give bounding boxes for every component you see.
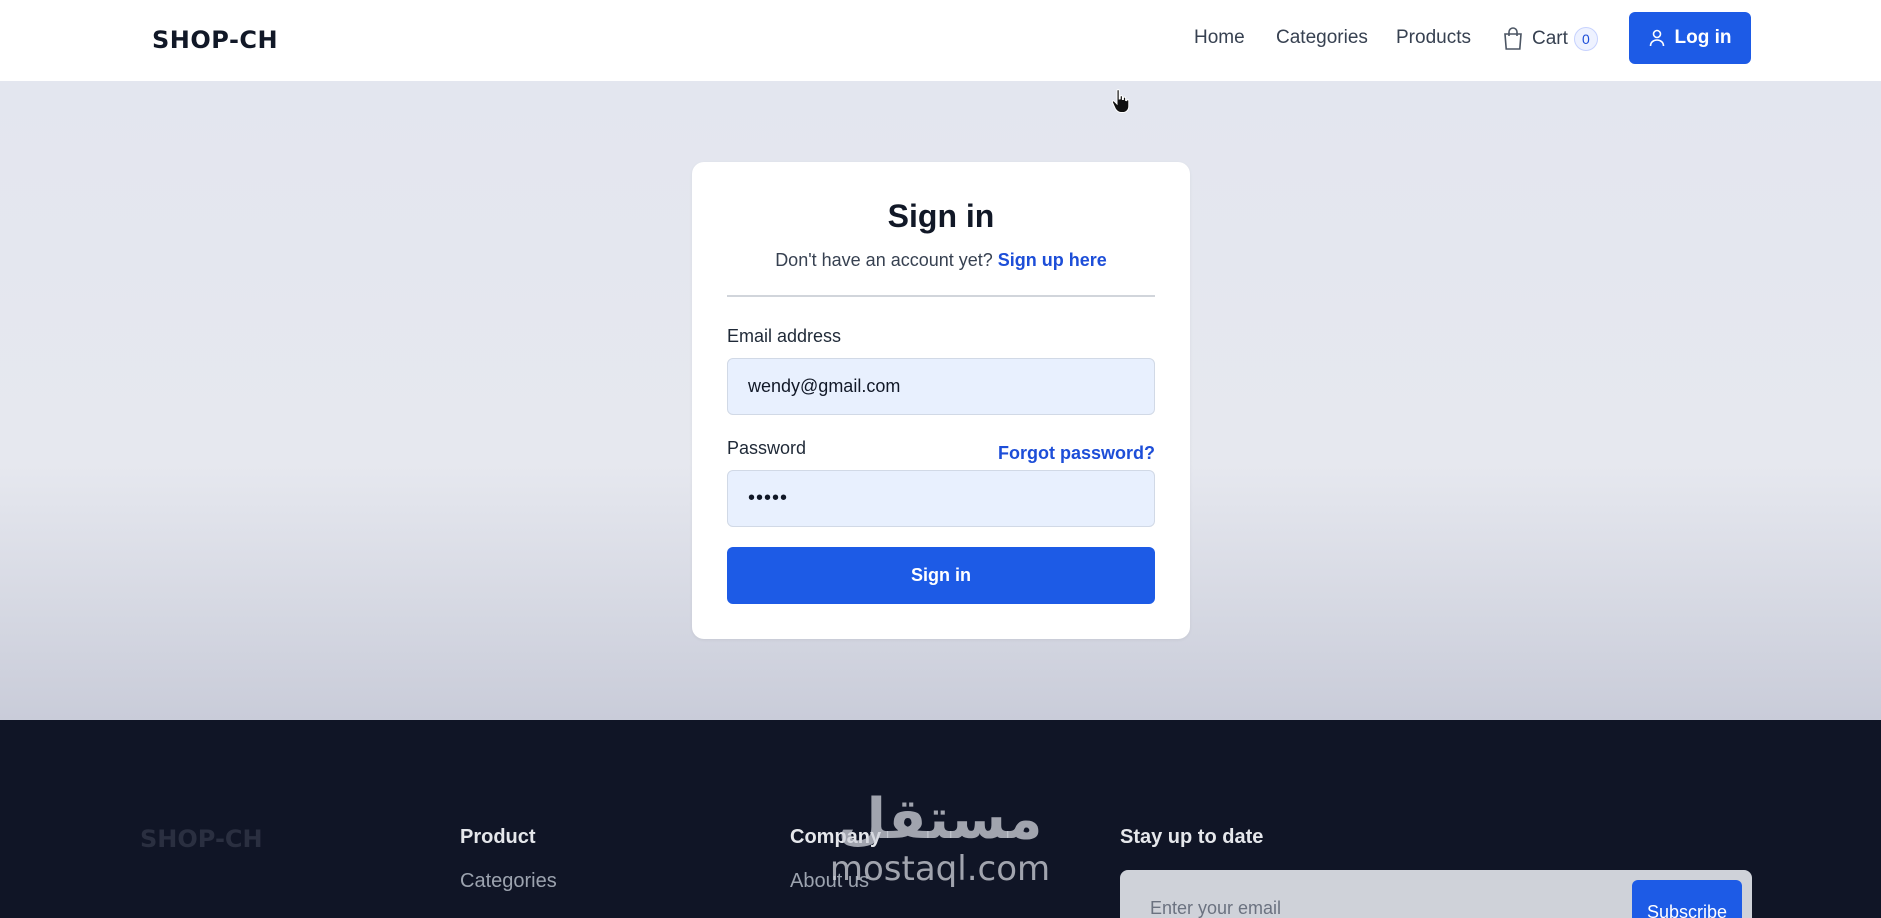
- footer-logo: SHOP-CH: [140, 825, 263, 853]
- hand-pointer-icon: [1111, 89, 1130, 113]
- signup-prompt-text: Don't have an account yet?: [775, 250, 993, 270]
- subscribe-button[interactable]: Subscribe: [1632, 880, 1742, 918]
- shopping-bag-icon: [1504, 27, 1522, 50]
- nav-categories-link[interactable]: Categories: [1276, 27, 1368, 49]
- footer: SHOP-CH Product Categories Company About…: [0, 720, 1881, 918]
- email-field[interactable]: wendy@gmail.com: [727, 358, 1155, 415]
- login-button-label: Log in: [1674, 27, 1732, 48]
- password-field[interactable]: •••••: [727, 470, 1155, 527]
- forgot-password-link[interactable]: Forgot password?: [998, 443, 1155, 464]
- top-navbar: SHOP-CH Home Categories Products Cart 0 …: [0, 0, 1881, 81]
- cart-count-badge: 0: [1573, 27, 1598, 51]
- nav-home-link[interactable]: Home: [1194, 27, 1245, 49]
- newsletter-email-input[interactable]: Enter your email: [1150, 898, 1281, 918]
- signin-title: Sign in: [887, 198, 995, 234]
- signup-link[interactable]: Sign up here: [998, 250, 1107, 270]
- site-logo[interactable]: SHOP-CH: [152, 26, 278, 54]
- email-label: Email address: [727, 326, 842, 346]
- divider: [727, 295, 1155, 297]
- signup-prompt: Don't have an account yet? Sign up here: [692, 250, 1190, 271]
- newsletter-form: Enter your email Subscribe: [1120, 870, 1752, 918]
- footer-link-about-us[interactable]: About us: [790, 870, 869, 893]
- newsletter-heading: Stay up to date: [1120, 826, 1264, 848]
- footer-product-heading: Product: [460, 826, 536, 848]
- login-button[interactable]: Log in: [1629, 12, 1751, 64]
- footer-company-heading: Company: [790, 826, 882, 848]
- user-icon: [1649, 29, 1664, 47]
- signin-submit-button[interactable]: Sign in: [727, 547, 1155, 604]
- cart-link[interactable]: Cart 0: [1502, 24, 1598, 54]
- password-label: Password: [727, 438, 807, 458]
- footer-link-categories[interactable]: Categories: [460, 870, 557, 893]
- cart-label: Cart: [1532, 28, 1568, 49]
- nav-products-link[interactable]: Products: [1396, 27, 1471, 49]
- signin-card: Sign in Don't have an account yet? Sign …: [692, 162, 1190, 639]
